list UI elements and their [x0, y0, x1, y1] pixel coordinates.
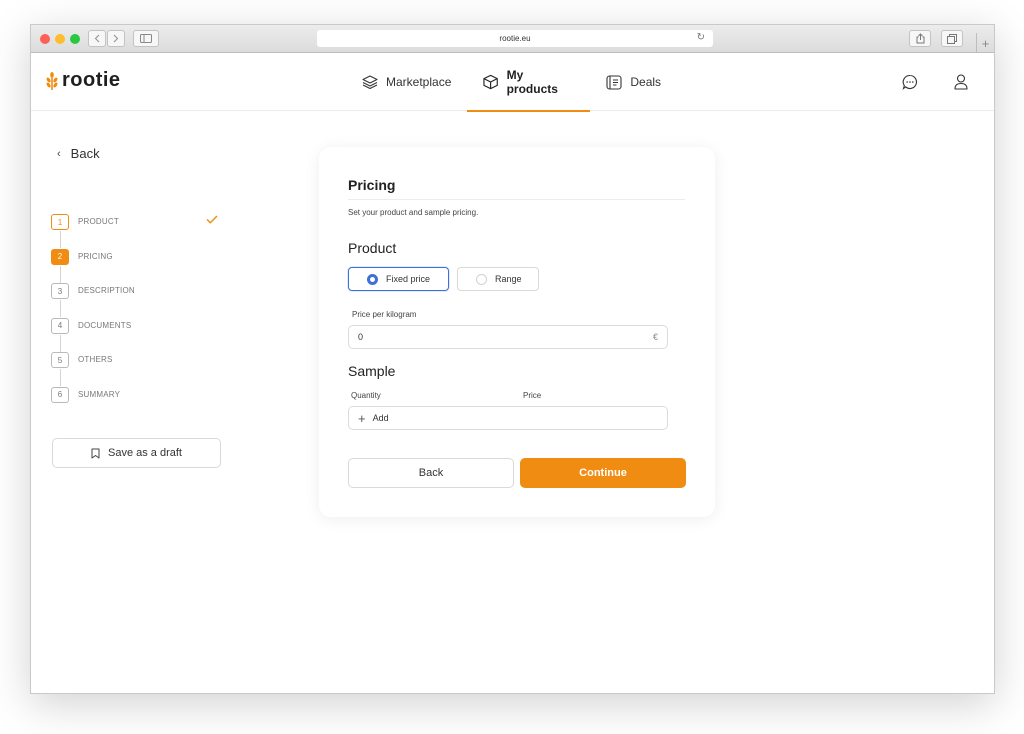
- chevron-left-icon: [94, 34, 100, 43]
- step-number: 3: [51, 283, 69, 300]
- add-sample-label: Add: [372, 413, 389, 423]
- step-summary[interactable]: 6 SUMMARY: [51, 386, 221, 422]
- browser-window: rootie.eu ↻ + rootie Marketplace My prod…: [30, 24, 995, 694]
- euro-icon: €: [652, 332, 658, 342]
- range-option[interactable]: Range: [457, 267, 539, 291]
- step-connector: [60, 231, 61, 248]
- back-link[interactable]: ‹ Back: [57, 146, 100, 161]
- deals-icon: [606, 74, 622, 90]
- step-connector: [60, 265, 61, 283]
- nav-item-marketplace[interactable]: Marketplace: [346, 53, 467, 111]
- nav-label: Deals: [630, 75, 662, 89]
- share-icon: [916, 33, 924, 44]
- step-label: DESCRIPTION: [78, 286, 135, 296]
- box-icon: [483, 74, 499, 90]
- bookmark-icon: [91, 448, 100, 458]
- main-nav: Marketplace My products Deals: [346, 53, 677, 112]
- step-connector: [60, 369, 61, 387]
- product-section-title: Product: [348, 240, 397, 256]
- sidebar-toggle-button[interactable]: [133, 30, 159, 47]
- quantity-column-header: Quantity: [351, 391, 381, 400]
- fixed-price-option[interactable]: Fixed price: [348, 267, 449, 291]
- price-value: 0: [358, 332, 364, 342]
- logo-text: rootie: [62, 69, 121, 91]
- back-button[interactable]: Back: [348, 458, 514, 488]
- step-number: 1: [51, 214, 69, 230]
- nav-item-deals[interactable]: Deals: [590, 53, 677, 111]
- plus-icon: +: [358, 410, 366, 426]
- messages-button[interactable]: [900, 72, 920, 92]
- pricing-card: Pricing Set your product and sample pric…: [319, 147, 715, 517]
- save-draft-button[interactable]: Save as a draft: [52, 438, 221, 468]
- card-subtitle: Set your product and sample pricing.: [348, 208, 479, 217]
- radio-selected-icon: [367, 273, 378, 285]
- step-number: 2: [51, 248, 69, 265]
- step-pricing[interactable]: 2 PRICING: [51, 248, 221, 284]
- nav-label: Marketplace: [386, 75, 452, 89]
- price-field-label: Price per kilogram: [352, 310, 417, 319]
- title-divider: [348, 199, 685, 200]
- step-label: DOCUMENTS: [78, 320, 132, 330]
- url-text: rootie.eu: [499, 34, 531, 43]
- nav-label: My products: [506, 68, 558, 96]
- chat-icon: [902, 74, 918, 90]
- user-icon: [954, 74, 968, 90]
- chevron-right-icon: [113, 34, 119, 43]
- price-column-header: Price: [523, 391, 542, 400]
- reload-icon[interactable]: ↻: [697, 32, 705, 43]
- step-number: 5: [51, 352, 69, 369]
- step-connector: [60, 334, 61, 352]
- step-number: 4: [51, 317, 69, 334]
- tabs-icon: [947, 33, 957, 44]
- option-label: Fixed price: [386, 274, 431, 284]
- maximize-window-button[interactable]: [70, 34, 80, 44]
- step-label: PRICING: [78, 251, 113, 261]
- browser-toolbar: rootie.eu ↻ +: [31, 25, 994, 53]
- tabs-button[interactable]: [941, 30, 963, 47]
- step-label: OTHERS: [78, 355, 113, 365]
- step-label: SUMMARY: [78, 389, 121, 399]
- app-header: rootie Marketplace My products Deals: [31, 53, 994, 112]
- option-label: Range: [495, 274, 522, 284]
- radio-unselected-icon: [476, 273, 487, 285]
- save-draft-label: Save as a draft: [108, 447, 182, 459]
- back-link-label: Back: [70, 146, 100, 161]
- logo[interactable]: rootie: [44, 69, 121, 92]
- profile-button[interactable]: [951, 72, 971, 92]
- check-icon: [206, 215, 218, 224]
- browser-back-button[interactable]: [88, 30, 106, 47]
- share-button[interactable]: [909, 30, 931, 47]
- step-connector: [60, 300, 61, 318]
- new-tab-button[interactable]: +: [976, 33, 994, 53]
- progress-stepper: 1 PRODUCT 2 PRICING 3 DESCRIPTION 4 DOCU…: [51, 214, 221, 422]
- minimize-window-button[interactable]: [55, 34, 65, 44]
- step-description[interactable]: 3 DESCRIPTION: [51, 283, 221, 318]
- card-title: Pricing: [348, 177, 396, 193]
- layers-icon: [362, 75, 378, 89]
- continue-button[interactable]: Continue: [520, 458, 686, 488]
- price-per-kg-input[interactable]: 0 €: [348, 325, 668, 349]
- step-product[interactable]: 1 PRODUCT: [51, 214, 221, 249]
- wheat-logo-icon: [46, 71, 58, 90]
- sidebar-icon: [140, 34, 152, 43]
- browser-forward-button[interactable]: [107, 30, 125, 47]
- step-label: PRODUCT: [78, 217, 119, 226]
- address-bar[interactable]: rootie.eu ↻: [317, 30, 713, 47]
- sample-section-title: Sample: [348, 363, 396, 379]
- step-number: 6: [51, 386, 69, 403]
- nav-item-my-products[interactable]: My products: [467, 53, 591, 112]
- step-documents[interactable]: 4 DOCUMENTS: [51, 317, 221, 353]
- close-window-button[interactable]: [40, 34, 50, 44]
- add-sample-button[interactable]: + Add: [348, 406, 668, 430]
- step-others[interactable]: 5 OTHERS: [51, 352, 221, 387]
- chevron-left-icon: ‹: [57, 147, 61, 160]
